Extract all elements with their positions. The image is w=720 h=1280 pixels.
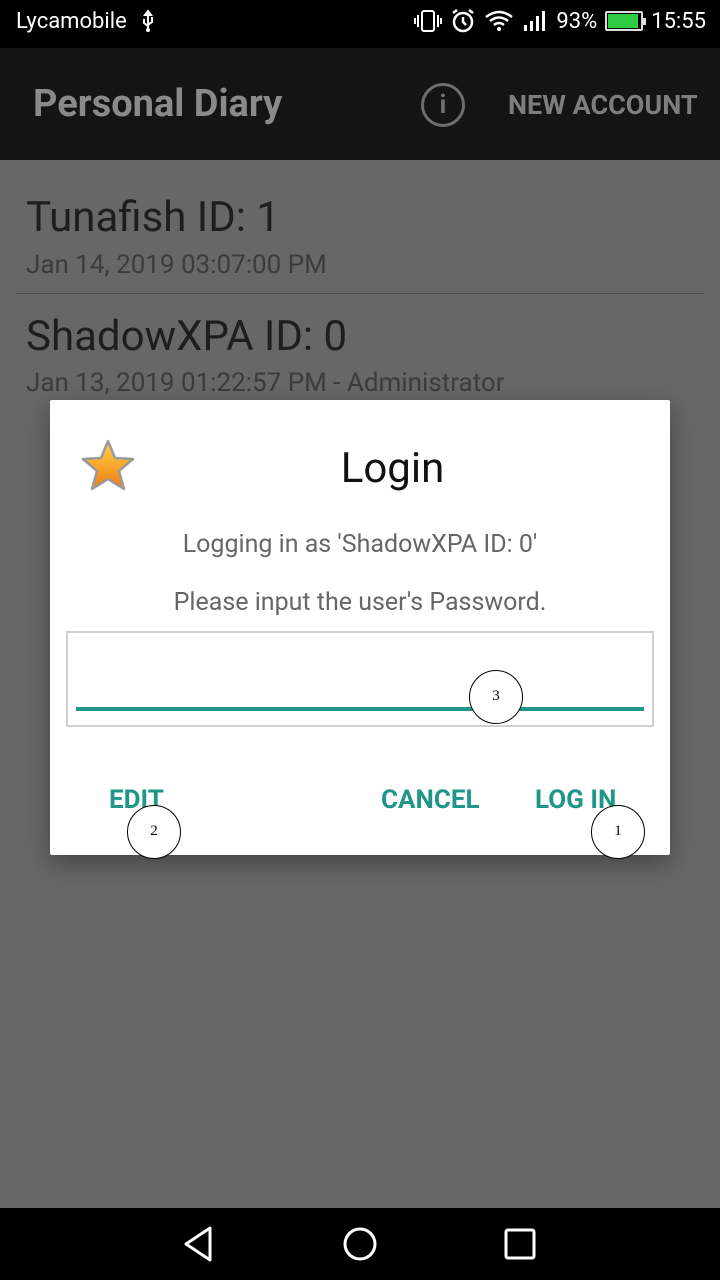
vibrate-icon <box>414 9 443 33</box>
battery-percent: 93% <box>556 8 598 34</box>
password-prompt: Please input the user's Password. <box>173 588 547 617</box>
password-underline <box>76 707 644 711</box>
status-icons: 93% 15:55 <box>414 8 706 34</box>
alarm-icon <box>450 8 476 34</box>
marker-1: 1 <box>591 805 645 859</box>
back-icon[interactable] <box>178 1222 222 1266</box>
info-icon-glyph: i <box>439 90 447 120</box>
clock: 15:55 <box>651 8 706 34</box>
recent-apps-icon[interactable] <box>498 1222 542 1266</box>
app-title: Personal Diary <box>33 82 283 126</box>
list-item[interactable]: ShadowXPA ID: 0 Jan 13, 2019 01:22:57 PM… <box>0 294 720 400</box>
wifi-icon <box>484 9 514 33</box>
password-field-box <box>66 631 654 727</box>
info-icon[interactable]: i <box>421 83 465 127</box>
account-meta: Jan 13, 2019 01:22:57 PM - Administrator <box>26 368 505 398</box>
login-as-text: Logging in as 'ShadowXPA ID: 0' <box>182 530 538 559</box>
signal-icon <box>522 9 548 33</box>
marker-2: 2 <box>127 805 181 859</box>
account-name: ShadowXPA ID: 0 <box>26 312 348 361</box>
cancel-button[interactable]: CANCEL <box>381 785 480 815</box>
status-bar: Lycamobile 93% 15:55 <box>0 0 720 48</box>
dialog-title: Login <box>340 444 445 493</box>
marker-3: 3 <box>469 670 523 724</box>
login-dialog: Login Logging in as 'ShadowXPA ID: 0' Pl… <box>50 400 670 855</box>
battery-icon <box>605 11 647 31</box>
account-name: Tunafish ID: 1 <box>26 193 280 242</box>
account-meta: Jan 14, 2019 03:07:00 PM <box>26 250 327 280</box>
home-icon[interactable] <box>338 1222 382 1266</box>
list-item[interactable]: Tunafish ID: 1 Jan 14, 2019 03:07:00 PM <box>0 160 720 294</box>
new-account-button[interactable]: NEW ACCOUNT <box>508 89 698 121</box>
navigation-bar <box>0 1208 720 1280</box>
password-input[interactable] <box>76 653 644 705</box>
usb-icon <box>140 9 156 39</box>
carrier-name: Lycamobile <box>16 9 127 34</box>
